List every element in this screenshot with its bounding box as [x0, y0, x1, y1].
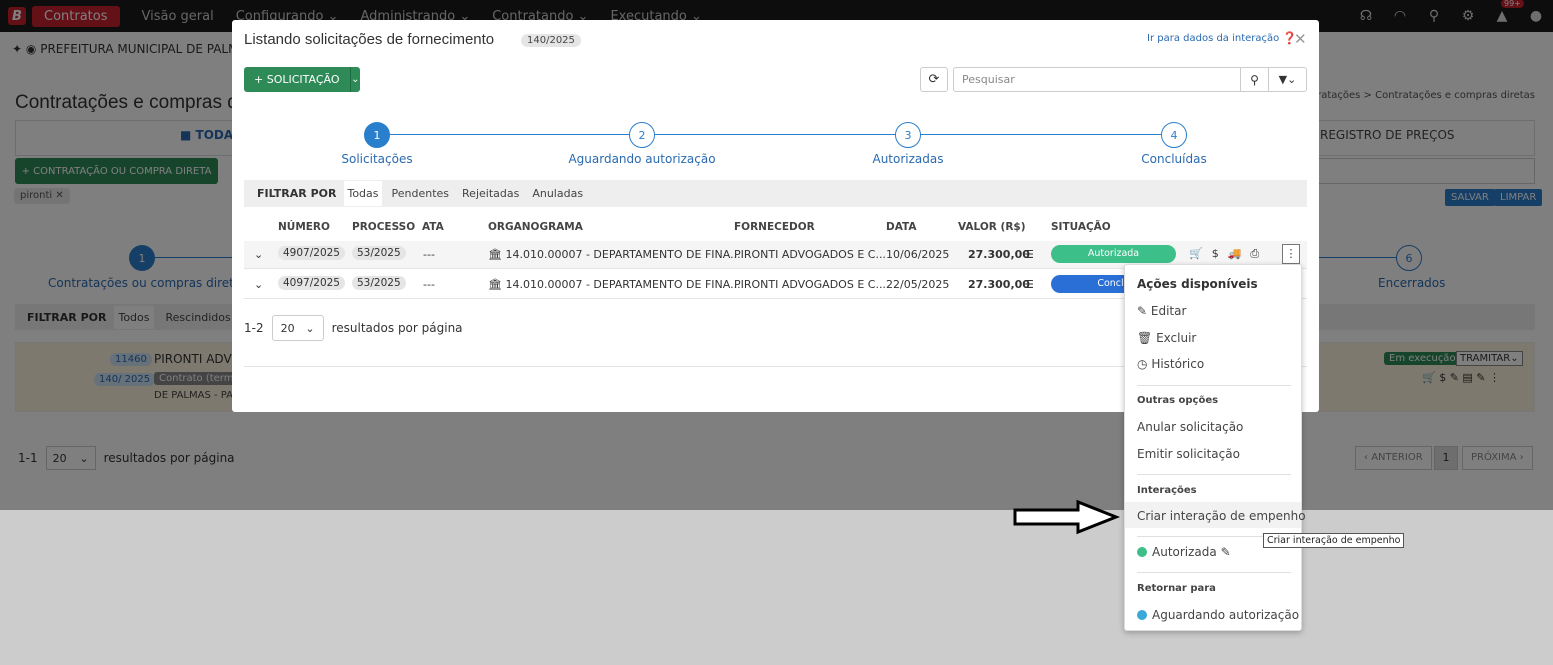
interaction-data-link[interactable]: Ir para dados da interação — [1147, 33, 1279, 44]
search-input[interactable]: Pesquisar — [954, 73, 1240, 86]
list-icon[interactable]: ☰ — [1024, 278, 1034, 291]
pencil-icon: ✎ — [1137, 304, 1148, 318]
expand-icon[interactable]: ⌄ — [254, 278, 263, 291]
search-icon[interactable]: ⚲ — [1240, 68, 1268, 91]
menu-header: Ações disponíveis — [1137, 277, 1258, 291]
column-header-situacao[interactable]: SITUAÇÃO — [1051, 221, 1111, 233]
column-header-valor[interactable]: VALOR (R$) — [958, 221, 1026, 233]
filter-anuladas[interactable]: Anuladas — [532, 187, 583, 200]
per-page-label: resultados por página — [331, 321, 463, 335]
step-2[interactable]: 2 — [629, 122, 655, 148]
cell-fornecedor: PIRONTI ADVOGADOS E C... — [734, 278, 886, 291]
menu-section-retornar: Retornar para — [1137, 583, 1216, 594]
per-page-select[interactable]: 20⌄ — [271, 315, 324, 341]
filter-label: FILTRAR POR — [257, 187, 337, 200]
cell-organograma: 🏛 14.010.00007 - DEPARTAMENTO DE FINA... — [488, 278, 741, 291]
menu-item-historico[interactable]: ◷ Histórico — [1137, 357, 1204, 371]
menu-item-emitir[interactable]: Emitir solicitação — [1137, 447, 1240, 461]
row-actions: 🛒$🚚⎙ — [1189, 247, 1268, 261]
cell-numero: 4097/2025 — [278, 276, 345, 290]
step-2-label[interactable]: Aguardando autorização — [562, 152, 722, 166]
pagination: 1-2 20 ⌄ resultados por página — [244, 315, 463, 341]
refresh-icon[interactable]: ⟳ — [920, 67, 948, 92]
list-icon[interactable]: ☰ — [1024, 248, 1034, 261]
dollar-icon[interactable]: $ — [1212, 247, 1228, 260]
column-header-ata[interactable]: ATA — [422, 221, 444, 233]
filter-pendentes[interactable]: Pendentes — [392, 187, 450, 200]
column-header-fornecedor[interactable]: FORNECEDOR — [734, 221, 815, 233]
cell-valor: 27.300,00 — [968, 248, 1030, 261]
status-dot-icon — [1137, 547, 1147, 557]
cell-processo: 53/2025 — [352, 276, 406, 290]
cell-ata: --- — [423, 278, 435, 291]
close-icon[interactable]: ✕ — [1294, 30, 1307, 48]
menu-section-outras: Outras opções — [1137, 395, 1219, 406]
cell-fornecedor: PIRONTI ADVOGADOS E C... — [734, 248, 886, 261]
menu-divider — [1137, 474, 1291, 475]
menu-item-editar[interactable]: ✎ Editar — [1137, 304, 1186, 318]
steps-line — [390, 134, 1166, 135]
building-icon: 🏛 — [488, 278, 502, 291]
menu-item-criar-interacao[interactable]: Criar interação de empenho — [1137, 509, 1306, 523]
column-header-organograma[interactable]: ORGANOGRAMA — [488, 221, 583, 233]
cell-numero: 4907/2025 — [278, 246, 345, 260]
status-dot-icon — [1137, 610, 1147, 620]
expand-icon[interactable]: ⌄ — [254, 248, 263, 261]
building-icon: 🏛 — [488, 248, 502, 261]
search-box[interactable]: Pesquisar ⚲ ▼⌄ — [953, 67, 1307, 92]
cart-icon[interactable]: 🛒 — [1189, 247, 1212, 260]
menu-divider — [1137, 572, 1291, 573]
modal-title: Listando solicitações de fornecimento — [244, 31, 495, 48]
menu-divider — [1137, 385, 1291, 386]
trash-icon: 🗑 — [1137, 331, 1153, 345]
menu-section-interacoes: Interações — [1137, 485, 1197, 496]
tooltip: Criar interação de empenho — [1263, 533, 1405, 548]
column-header-processo[interactable]: PROCESSO — [352, 221, 415, 233]
plus-icon: + — [254, 73, 264, 86]
result-range: 1-2 — [244, 321, 264, 335]
menu-item-anular[interactable]: Anular solicitação — [1137, 420, 1243, 434]
pencil-icon[interactable]: ✎ — [1221, 545, 1231, 559]
chevron-down-icon: ⌄ — [305, 321, 315, 335]
step-4[interactable]: 4 — [1161, 122, 1187, 148]
step-1[interactable]: 1 — [364, 122, 390, 148]
row-actions-menu: Ações disponíveis ✎ Editar 🗑 Excluir ◷ H… — [1124, 264, 1306, 631]
menu-item-aguardando[interactable]: Aguardando autorização — [1137, 608, 1299, 622]
column-header-numero[interactable]: NÚMERO — [278, 221, 330, 233]
step-4-label[interactable]: Concluídas — [1124, 152, 1224, 166]
cell-processo: 53/2025 — [352, 246, 406, 260]
new-request-button[interactable]: + SOLICITAÇÃO ⌄ — [244, 67, 360, 92]
truck-icon[interactable]: 🚚 — [1228, 247, 1251, 260]
step-1-label[interactable]: Solicitações — [327, 152, 427, 166]
step-3[interactable]: 3 — [895, 122, 921, 148]
contract-number-badge: 140/2025 — [521, 34, 581, 47]
cell-valor: 27.300,00 — [968, 278, 1030, 291]
filter-bar: FILTRAR POR Todas Pendentes Rejeitadas A… — [244, 180, 1307, 207]
step-3-label[interactable]: Autorizadas — [858, 152, 958, 166]
more-actions-button[interactable]: ⋮ — [1282, 244, 1300, 264]
cell-data: 10/06/2025 — [886, 248, 950, 261]
filter-todas[interactable]: Todas — [344, 181, 382, 206]
menu-item-autorizada[interactable]: Autorizada ✎ — [1137, 545, 1231, 559]
status-badge: Autorizada — [1051, 245, 1176, 263]
print-icon[interactable]: ⎙ — [1250, 247, 1268, 260]
column-header-data[interactable]: DATA — [886, 221, 917, 233]
cell-data: 22/05/2025 — [886, 278, 950, 291]
menu-item-excluir[interactable]: 🗑 Excluir — [1137, 331, 1196, 345]
filter-rejeitadas[interactable]: Rejeitadas — [462, 187, 519, 200]
chevron-down-icon[interactable]: ⌄ — [351, 74, 360, 85]
filter-icon[interactable]: ▼⌄ — [1268, 68, 1306, 91]
cell-ata: --- — [423, 248, 435, 261]
clock-icon: ◷ — [1137, 357, 1148, 371]
cell-organograma: 🏛 14.010.00007 - DEPARTAMENTO DE FINA... — [488, 248, 741, 261]
arrow-annotation-icon — [1013, 499, 1121, 535]
